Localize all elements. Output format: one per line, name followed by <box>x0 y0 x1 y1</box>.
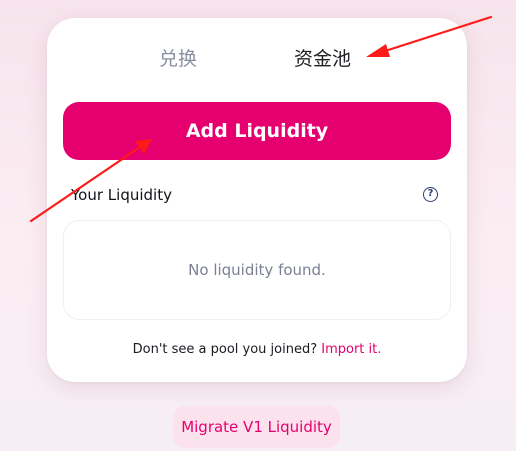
tab-bar: 兑换 资金池 <box>47 46 467 76</box>
migrate-v1-liquidity-button[interactable]: Migrate V1 Liquidity <box>173 406 340 448</box>
tab-pool[interactable]: 资金池 <box>294 46 351 72</box>
import-pool-note: Don't see a pool you joined? Import it. <box>47 342 467 357</box>
liquidity-card: 兑换 资金池 Add Liquidity Your Liquidity ? No… <box>47 18 467 382</box>
empty-message: No liquidity found. <box>188 261 326 279</box>
import-link[interactable]: Import it. <box>321 342 381 357</box>
add-liquidity-button[interactable]: Add Liquidity <box>63 102 451 160</box>
import-pool-text: Don't see a pool you joined? <box>132 342 318 357</box>
liquidity-list-empty: No liquidity found. <box>63 220 451 320</box>
your-liquidity-heading: Your Liquidity <box>71 186 172 204</box>
tab-swap[interactable]: 兑换 <box>159 46 197 72</box>
question-circle-icon[interactable]: ? <box>423 187 438 202</box>
